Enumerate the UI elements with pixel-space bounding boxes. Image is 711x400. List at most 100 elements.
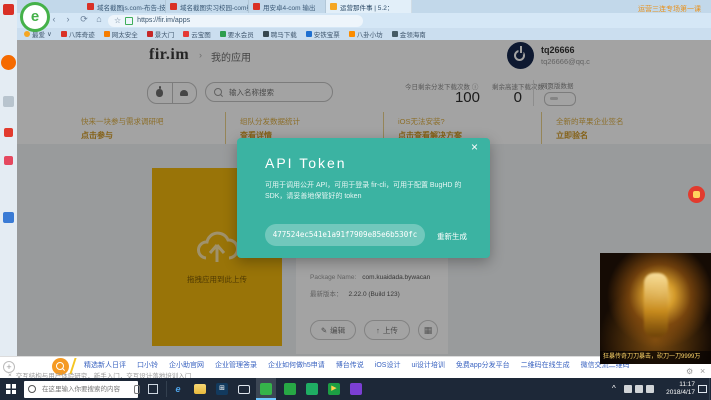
forward-icon[interactable]: › [62, 14, 74, 24]
dock-orange-circle-icon[interactable] [1, 55, 16, 70]
chevron-down-icon: ∨ [47, 30, 52, 38]
close-icon[interactable]: × [471, 140, 478, 154]
url-text[interactable]: https://fir.im/apps [137, 17, 190, 24]
bookmark-favicon [306, 31, 312, 37]
hot-link[interactable]: 博台传说 [336, 360, 364, 371]
red-packet-float-icon[interactable] [688, 186, 705, 203]
taskbar-clock[interactable]: 11:17 2018/4/17 [655, 381, 695, 397]
modal-description: 可用于调用公开 API，可用于登录 fir-cli，可用于配置 BugHD 的 … [265, 180, 465, 202]
home-icon[interactable]: ⌂ [93, 14, 105, 24]
task-view-button[interactable] [148, 384, 158, 394]
hot-link[interactable]: 企业如何做h5申请 [268, 360, 325, 371]
bookmark-favicon [61, 31, 67, 37]
bookmark-label: 网太安全 [112, 29, 138, 39]
bookmark-item[interactable]: 景大门 [147, 29, 175, 39]
tab-favicon [170, 3, 177, 10]
bookmark-item[interactable]: 八卦小坊 [349, 29, 383, 39]
bookmark-item[interactable]: 八阵奇迹 [61, 29, 95, 39]
bookmark-item[interactable]: 要水会员 [220, 29, 254, 39]
start-button[interactable] [6, 384, 16, 394]
bookmark-item[interactable]: 安铁宝票 [306, 29, 340, 39]
bookmark-label: 云宝图 [191, 29, 211, 39]
purple-app-icon[interactable] [350, 383, 362, 395]
close-icon[interactable]: × [700, 366, 705, 376]
bookmark-item[interactable]: 金领海南 [392, 29, 426, 39]
nav-bar: ‹ › ⟳ ⌂ ☆ https://fir.im/apps [0, 13, 711, 28]
bookmark-label: 八阵奇迹 [69, 29, 95, 39]
refresh-icon[interactable]: ⟳ [78, 14, 90, 25]
bookmark-item[interactable]: 聘马下载 [263, 29, 297, 39]
tab-favicon [253, 3, 260, 10]
bookmark-favicon [392, 31, 398, 37]
file-explorer-icon[interactable] [194, 384, 206, 394]
cortana-icon [28, 385, 36, 393]
taskbar-search-box[interactable] [24, 381, 138, 398]
hot-link[interactable]: 免费app分发平台 [456, 360, 510, 371]
browser-chrome: 域名截图js.com-布告-技术社区 域名截图实习校园-com绘制 用安卓4-c… [0, 0, 711, 40]
bookmark-favicon [220, 31, 226, 37]
bookmark-label: 金领海南 [400, 29, 426, 39]
clock-time: 11:17 [655, 381, 695, 389]
tab-favicon [87, 3, 94, 10]
edge-icon[interactable]: e [172, 383, 184, 395]
tab-title: 域名截图js.com-布告-技术社区 [97, 2, 166, 12]
clock-date: 2018/4/17 [655, 389, 695, 397]
browser-tab-4-active[interactable]: 运营那件事 | 5.2： [326, 0, 412, 13]
tab-bar: 域名截图js.com-布告-技术社区 域名截图实习校园-com绘制 用安卓4-c… [0, 0, 711, 13]
bookmark-item[interactable]: 云宝图 [183, 29, 211, 39]
bookmark-label: 聘马下载 [271, 29, 297, 39]
tab-title: 用安卓4-com 输出 [263, 2, 315, 12]
ad-game-character [644, 273, 668, 337]
browser-logo[interactable]: e [20, 2, 50, 32]
dock-gray-app-icon[interactable] [3, 96, 14, 107]
address-bar[interactable]: ☆ https://fir.im/apps [108, 15, 363, 27]
bookmark-star-icon[interactable]: ☆ [114, 16, 121, 25]
desktop: 域名截图js.com-布告-技术社区 域名截图实习校园-com绘制 用安卓4-c… [0, 0, 711, 400]
dock-red-small-icon[interactable] [4, 128, 13, 137]
mail-icon[interactable] [238, 385, 250, 394]
bookmark-label: 景大门 [155, 29, 175, 39]
browser-tab-1[interactable]: 域名截图js.com-布告-技术社区 [83, 0, 166, 13]
bookmark-favicon [263, 31, 269, 37]
microphone-icon[interactable] [134, 385, 140, 394]
wechat-app-icon[interactable] [306, 383, 318, 395]
windows-taskbar: e ⊞ ▶ ^ 11:17 2018/4/17 [0, 378, 711, 400]
search-icon [56, 362, 64, 370]
https-lock-icon [125, 17, 133, 25]
bookmarks-bar: 最爱 ∨ 八阵奇迹 网太安全 景大门 云宝图 要水会员 聘马下载 安铁宝票 八卦… [0, 28, 711, 40]
hot-link[interactable]: iOS设计 [375, 360, 401, 371]
api-token-modal: × API Token 可用于调用公开 API，可用于登录 fir-cli，可用… [237, 138, 490, 258]
tab-title: 运营那件事 | 5.2： [340, 2, 393, 12]
bookmark-favicon [104, 31, 110, 37]
store-icon[interactable]: ⊞ [216, 383, 228, 395]
media-player-icon[interactable]: ▶ [328, 383, 340, 395]
hot-link[interactable]: 二维码在线生成 [521, 360, 570, 371]
bookmark-label: 安铁宝票 [314, 29, 340, 39]
green-app-icon[interactable] [284, 383, 296, 395]
regenerate-token-button[interactable]: 重新生成 [437, 231, 467, 242]
action-center-icon[interactable] [698, 385, 707, 393]
taskbar-search-input[interactable] [40, 385, 130, 394]
desktop-side-dock [0, 0, 17, 378]
bookmark-item[interactable]: 网太安全 [104, 29, 138, 39]
bookmark-label: 要水会员 [228, 29, 254, 39]
browser-tab-2[interactable]: 域名截图实习校园-com绘制 [166, 0, 249, 13]
tray-network-icon[interactable] [624, 385, 632, 393]
tab-favicon [330, 3, 337, 10]
tray-volume-icon[interactable] [635, 385, 643, 393]
ad-caption[interactable]: 狂暴传奇刀刀暴击，砍刀一刀9999万 [600, 351, 711, 364]
hot-link[interactable]: 企业管理答录 [215, 360, 257, 371]
browser-tab-3[interactable]: 用安卓4-com 输出 [249, 0, 326, 13]
browser-360-icon[interactable] [260, 383, 272, 395]
modal-title: API Token [265, 155, 347, 171]
hot-link[interactable]: ui设计培训 [411, 360, 444, 371]
dock-blue-app-icon[interactable] [3, 212, 14, 223]
tray-ime-icon[interactable] [646, 385, 654, 393]
dock-red-app-icon[interactable] [3, 4, 14, 15]
api-token-value[interactable]: 477524ec541e1a91f7909e85e6b530fc [265, 224, 425, 246]
gear-icon[interactable]: ⚙ [686, 367, 693, 376]
dock-pink-icon[interactable] [4, 156, 13, 165]
bookmark-label: 八卦小坊 [357, 29, 383, 39]
video-ad-overlay[interactable]: 狂暴传奇刀刀暴击，砍刀一刀9999万 [600, 253, 711, 364]
tray-chevron-up-icon[interactable]: ^ [612, 384, 616, 393]
